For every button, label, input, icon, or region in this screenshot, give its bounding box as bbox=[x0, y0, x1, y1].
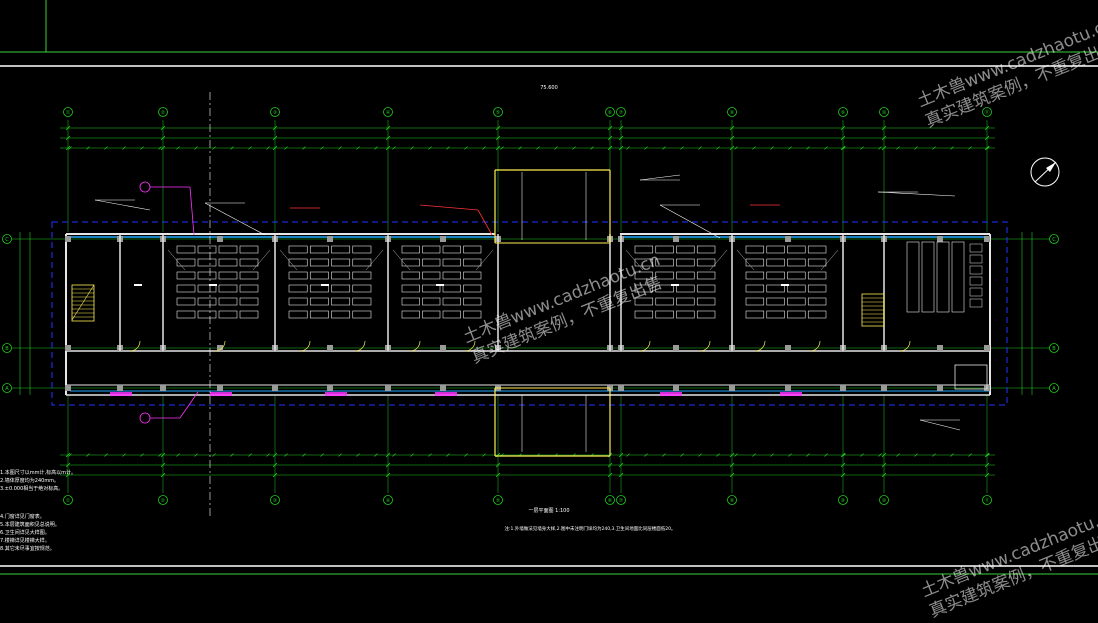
room-name-mark bbox=[436, 284, 444, 286]
column bbox=[440, 236, 446, 242]
axis-label: ⑥ bbox=[608, 110, 613, 116]
bottom-note: 注:1.外墙做法见墙身大样,2.图中未注明门垛均为240,3.卫生间地面比同层楼… bbox=[504, 525, 675, 532]
notes-panel: 1.本图尺寸以mm计,标高以m计。 2.墙体厚度均为240mm。 3.±0.000相… bbox=[0, 468, 95, 564]
corridor-label-mark bbox=[780, 392, 802, 396]
column bbox=[385, 385, 391, 391]
axis-label: ⑦ bbox=[619, 498, 624, 504]
axis-label: ③ bbox=[273, 498, 277, 504]
axis-label: ⑥ bbox=[608, 498, 613, 504]
corridor-label-mark bbox=[325, 392, 347, 396]
axis-label: ② bbox=[161, 110, 166, 116]
axis-label: B bbox=[1052, 346, 1056, 352]
column bbox=[673, 236, 679, 242]
column bbox=[673, 385, 679, 391]
column bbox=[840, 385, 846, 391]
axis-label: ① bbox=[66, 110, 71, 116]
axis-label: ④ bbox=[386, 498, 391, 504]
column bbox=[117, 385, 123, 391]
column bbox=[65, 385, 71, 391]
corridor-label-mark bbox=[210, 392, 232, 396]
corridor-label-mark bbox=[110, 392, 132, 396]
column bbox=[937, 385, 943, 391]
column bbox=[327, 236, 333, 242]
column bbox=[272, 385, 278, 391]
column bbox=[984, 345, 990, 351]
column bbox=[65, 345, 71, 351]
axis-label: ⑪ bbox=[984, 109, 989, 116]
column bbox=[785, 236, 791, 242]
room-name-mark bbox=[209, 284, 217, 286]
note-line: 8.其它未尽事宜按规范。 bbox=[0, 546, 55, 552]
note-line: 2.墙体厚度均为240mm。 bbox=[0, 478, 60, 484]
note-line: 5.本层建筑面积见总说明。 bbox=[0, 522, 60, 528]
column bbox=[65, 236, 71, 242]
column bbox=[160, 385, 166, 391]
note-line: 4.门窗详见门窗表。 bbox=[0, 514, 45, 520]
column bbox=[217, 385, 223, 391]
room-name-mark bbox=[781, 284, 789, 286]
axis-label: A bbox=[5, 386, 9, 392]
column bbox=[984, 236, 990, 242]
column bbox=[785, 345, 791, 351]
column bbox=[881, 385, 887, 391]
note-line: 7.楼梯详见楼梯大样。 bbox=[0, 538, 50, 544]
column bbox=[618, 385, 624, 391]
axis-label: C bbox=[5, 237, 9, 243]
axis-label: ⑪ bbox=[984, 497, 989, 504]
note-line: 1.本图尺寸以mm计,标高以m计。 bbox=[0, 470, 76, 476]
column bbox=[217, 236, 223, 242]
column bbox=[729, 385, 735, 391]
column bbox=[440, 385, 446, 391]
axis-label: ③ bbox=[273, 110, 277, 116]
axis-label: ⑧ bbox=[730, 498, 735, 504]
column bbox=[327, 345, 333, 351]
axis-label: B bbox=[5, 346, 9, 352]
axis-label: ⑨ bbox=[841, 498, 845, 504]
axis-label: A bbox=[1052, 386, 1056, 392]
plan-title: 一层平面图 1:100 bbox=[529, 508, 570, 514]
room-name-mark bbox=[321, 284, 329, 286]
axis-label: ④ bbox=[386, 110, 391, 116]
axis-label: ⑨ bbox=[841, 110, 845, 116]
axis-label: ⑧ bbox=[730, 110, 735, 116]
room-name-mark bbox=[134, 284, 142, 286]
total-length-text: 75.600 bbox=[540, 85, 558, 91]
column bbox=[440, 345, 446, 351]
column bbox=[937, 236, 943, 242]
axis-label: ⑤ bbox=[496, 498, 500, 504]
column bbox=[785, 385, 791, 391]
floor-plan-drawing: 75.600 ①①②②③③④④⑤⑤⑥⑥⑦⑦⑧⑧⑨⑨⑩⑩⑪⑪C CB BA A 一层平面… bbox=[0, 0, 1098, 580]
axis-label: ⑩ bbox=[882, 498, 887, 504]
corridor-label-mark bbox=[435, 392, 457, 396]
axis-label: ⑤ bbox=[496, 110, 500, 116]
column bbox=[937, 345, 943, 351]
corridor-label-mark bbox=[660, 392, 682, 396]
room-name-mark bbox=[671, 284, 679, 286]
column bbox=[327, 385, 333, 391]
axis-label: ⑦ bbox=[619, 110, 624, 116]
axis-label: ⑩ bbox=[882, 110, 887, 116]
axis-label: C bbox=[1052, 237, 1056, 243]
column bbox=[673, 345, 679, 351]
note-line: 6.卫生间详见大样图。 bbox=[0, 530, 50, 536]
note-line: 3.±0.000相当于绝对标高。 bbox=[0, 486, 64, 492]
axis-label: ② bbox=[161, 498, 166, 504]
